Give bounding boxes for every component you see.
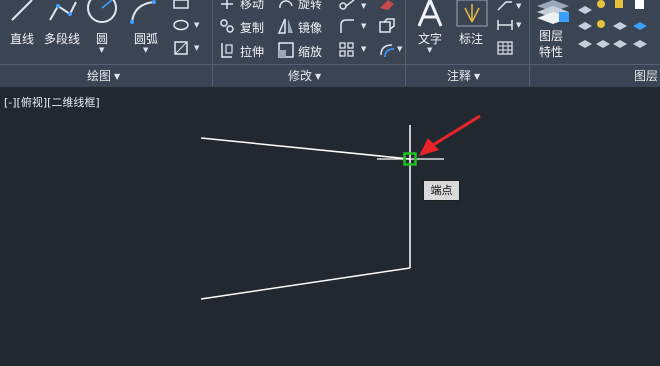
- draw-panel-title[interactable]: 绘图 ▼: [87, 67, 120, 84]
- layer-properties-button[interactable]: 图层 特性: [539, 28, 563, 60]
- fillet-icon[interactable]: [338, 17, 356, 35]
- mirror-icon[interactable]: [277, 17, 295, 35]
- annotation-panel-title-text: 注释: [447, 69, 472, 83]
- circle-button[interactable]: 圆: [96, 30, 108, 47]
- circle-icon[interactable]: [86, 0, 118, 26]
- array-dropdown-icon[interactable]: ▼: [361, 45, 366, 53]
- trim-dropdown-icon[interactable]: ▼: [361, 2, 366, 10]
- layer-state-icons[interactable]: [575, 0, 660, 62]
- dimension-icon[interactable]: [455, 0, 489, 28]
- drawing-geometry[interactable]: [0, 87, 660, 366]
- annotation-panel-title[interactable]: 注释 ▼: [447, 67, 480, 84]
- chevron-down-icon: ▼: [474, 72, 481, 81]
- drawn-line[interactable]: [200, 137, 411, 160]
- leader-dropdown-icon[interactable]: ▼: [516, 2, 521, 10]
- fillet-dropdown-icon[interactable]: ▼: [361, 22, 366, 30]
- panel-separator: [529, 64, 530, 86]
- panel-separator: [212, 64, 213, 86]
- linear-dim-dropdown-icon[interactable]: ▼: [516, 21, 521, 29]
- stretch-button[interactable]: 拉伸: [240, 43, 264, 60]
- linear-dim-icon[interactable]: [496, 18, 514, 32]
- draw-panel-title-text: 绘图: [87, 69, 112, 83]
- hatch-icon[interactable]: [172, 40, 192, 56]
- chevron-down-icon: ▼: [114, 72, 121, 81]
- rotate-button[interactable]: 旋转: [298, 0, 322, 12]
- layer-properties-label-line1: 图层: [539, 29, 564, 43]
- leader-icon[interactable]: [496, 0, 514, 12]
- table-icon[interactable]: [496, 40, 514, 56]
- copy-icon[interactable]: [219, 18, 235, 34]
- rectangle-icon[interactable]: [172, 0, 192, 12]
- layer-properties-icon[interactable]: [535, 0, 571, 26]
- copy-button[interactable]: 复制: [240, 19, 264, 36]
- snap-tooltip: 端点: [423, 180, 460, 201]
- modify-more-dropdown-icon[interactable]: ▼: [397, 45, 402, 53]
- drawn-line[interactable]: [200, 267, 411, 300]
- polyline-icon[interactable]: [46, 0, 82, 24]
- erase-icon[interactable]: [378, 0, 396, 10]
- hatch-dropdown-icon[interactable]: ▼: [194, 44, 199, 52]
- layers-panel-title-text: 图层: [634, 69, 659, 83]
- arrow-annotation: [432, 114, 481, 147]
- ellipse-icon[interactable]: [172, 18, 192, 32]
- ellipse-dropdown-icon[interactable]: ▼: [194, 21, 199, 29]
- mirror-button[interactable]: 镜像: [298, 19, 322, 36]
- arrow-head: [419, 138, 439, 156]
- line-icon[interactable]: [8, 0, 36, 24]
- move-icon[interactable]: [219, 0, 235, 10]
- layer-properties-label-line2: 特性: [539, 45, 564, 59]
- text-dropdown-icon[interactable]: ▼: [427, 46, 432, 54]
- rotate-icon[interactable]: [277, 0, 295, 10]
- chevron-down-icon: ▼: [315, 72, 322, 81]
- arc-icon[interactable]: [128, 0, 164, 26]
- line-button[interactable]: 直线: [10, 30, 34, 47]
- arc-button[interactable]: 圆弧: [134, 30, 158, 47]
- panel-separator: [405, 64, 406, 86]
- explode-icon[interactable]: [378, 17, 396, 35]
- layers-panel-title[interactable]: 图层: [634, 67, 658, 84]
- dimension-button[interactable]: 标注: [459, 30, 483, 47]
- arc-dropdown-icon[interactable]: ▼: [143, 46, 148, 54]
- stretch-icon[interactable]: [219, 41, 235, 59]
- modify-panel-title-text: 修改: [288, 69, 313, 83]
- scale-icon[interactable]: [277, 41, 295, 59]
- array-icon[interactable]: [338, 41, 356, 59]
- offset-icon[interactable]: [378, 41, 396, 59]
- scale-button[interactable]: 缩放: [298, 43, 322, 60]
- move-button[interactable]: 移动: [240, 0, 264, 12]
- modify-panel-title[interactable]: 修改 ▼: [288, 67, 321, 84]
- circle-dropdown-icon[interactable]: ▼: [99, 46, 104, 54]
- text-icon[interactable]: [413, 0, 449, 28]
- text-button[interactable]: 文字: [418, 30, 442, 47]
- polyline-button[interactable]: 多段线: [44, 30, 80, 47]
- trim-icon[interactable]: [338, 0, 356, 12]
